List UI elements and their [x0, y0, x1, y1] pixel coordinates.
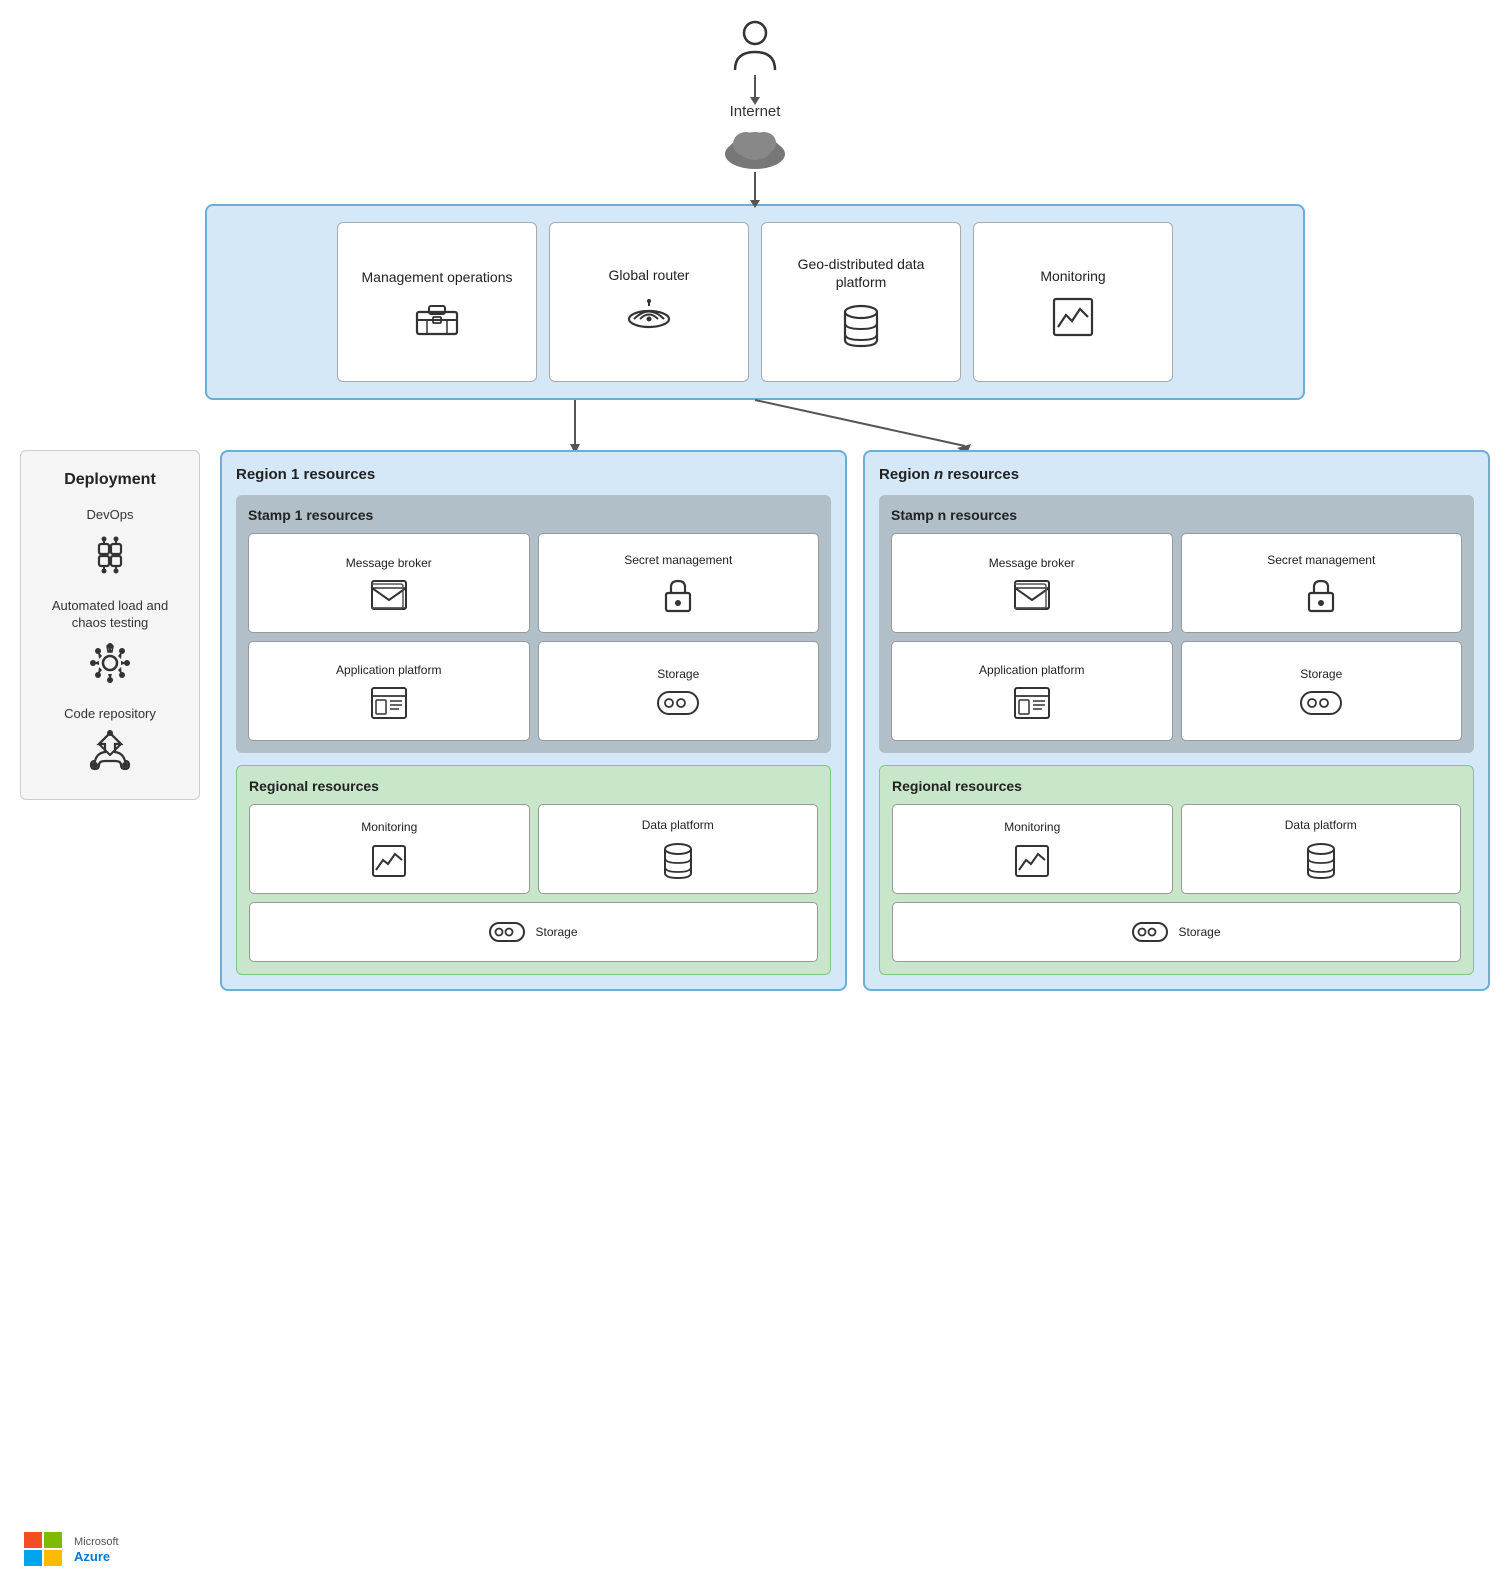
app-platform-n-label: Application platform: [979, 663, 1084, 679]
storage-r1-row: Storage: [249, 902, 818, 962]
chart-icon: [1052, 297, 1094, 337]
data-platform-r1-label: Data platform: [642, 818, 714, 834]
region-n-title: Region n resources: [879, 466, 1474, 483]
storage-icon-rn: [1132, 922, 1168, 942]
person-icon: [730, 20, 780, 75]
regional-1-title: Regional resources: [249, 778, 818, 794]
toolbox-icon: [415, 298, 459, 336]
global-router-box: Global router: [549, 222, 749, 382]
secret-mgmt-n-box: Secret management: [1181, 533, 1463, 633]
main-content: Deployment DevOps: [20, 450, 1490, 1051]
azure-label: Azure: [74, 1549, 119, 1565]
azure-text: Microsoft Azure: [74, 1536, 119, 1565]
devops-label: DevOps: [87, 507, 134, 524]
region-1-container: Region 1 resources Stamp 1 resources Mes…: [220, 450, 847, 991]
region-1-title: Region 1 resources: [236, 466, 831, 483]
app-platform-n-box: Application platform: [891, 641, 1173, 741]
monitoring-rn-box: Monitoring: [892, 804, 1173, 894]
stamp-1-grid: Message broker Secret managemen: [248, 533, 819, 741]
monitoring-r1-box: Monitoring: [249, 804, 530, 894]
cloud-icon: [720, 124, 790, 172]
stamp-1-container: Stamp 1 resources Message broker: [236, 495, 831, 753]
storage-icon-1: [657, 691, 699, 715]
global-row: Management operations Global router: [223, 222, 1287, 382]
regional-n-container: Regional resources Monitoring Data platf…: [879, 765, 1474, 975]
regional-1-grid: Monitoring Data platform: [249, 804, 818, 894]
storage-1-box: Storage: [538, 641, 820, 741]
microsoft-label: Microsoft: [74, 1536, 119, 1549]
internet-label: Internet: [730, 103, 781, 120]
top-section: Internet Management operations: [20, 20, 1490, 460]
chart-icon-rn: [1014, 844, 1050, 878]
region-n-container: Region n resources Stamp n resources Mes…: [863, 450, 1490, 991]
msg-broker-n-label: Message broker: [989, 556, 1075, 572]
secret-mgmt-1-box: Secret management: [538, 533, 820, 633]
regional-n-grid: Monitoring Data platform: [892, 804, 1461, 894]
deployment-sidebar: Deployment DevOps: [20, 450, 200, 800]
geo-distributed-label: Geo-distributed data platform: [774, 255, 948, 291]
data-platform-rn-box: Data platform: [1181, 804, 1462, 894]
data-platform-r1-box: Data platform: [538, 804, 819, 894]
load-testing-label: Automated load and chaos testing: [37, 598, 183, 632]
secret-mgmt-1-label: Secret management: [624, 553, 732, 569]
load-testing-item: Automated load and chaos testing: [37, 598, 183, 688]
azure-badge: Microsoft Azure: [24, 1532, 119, 1568]
monitoring-rn-label: Monitoring: [1004, 820, 1060, 836]
gear-icon: [85, 638, 135, 688]
storage-n-label: Storage: [1300, 667, 1342, 683]
devops-item: DevOps: [85, 507, 135, 580]
diagram-container: Internet Management operations: [0, 0, 1510, 1592]
regional-1-container: Regional resources Monitoring: [236, 765, 831, 975]
storage-r1-label: Storage: [535, 925, 577, 939]
stamp-n-grid: Message broker Secret management: [891, 533, 1462, 741]
management-operations-label: Management operations: [362, 268, 513, 286]
database-icon: [842, 303, 880, 349]
geo-distributed-box: Geo-distributed data platform: [761, 222, 961, 382]
monitoring-box: Monitoring: [973, 222, 1173, 382]
appplatform-icon-1: [371, 687, 407, 719]
storage-rn-label: Storage: [1178, 925, 1220, 939]
regional-n-title: Regional resources: [892, 778, 1461, 794]
chart-icon-r1: [371, 844, 407, 878]
regions-area: Region 1 resources Stamp 1 resources Mes…: [220, 450, 1490, 991]
global-router-label: Global router: [609, 266, 690, 284]
stamp-1-title: Stamp 1 resources: [248, 507, 819, 523]
azure-logo: [24, 1532, 64, 1568]
data-platform-rn-label: Data platform: [1285, 818, 1357, 834]
storage-icon-n: [1300, 691, 1342, 715]
git-icon: [85, 729, 135, 779]
msg-broker-1-box: Message broker: [248, 533, 530, 633]
lock-icon-n: [1305, 577, 1337, 613]
devops-icon: [85, 530, 135, 580]
secret-mgmt-n-label: Secret management: [1267, 553, 1375, 569]
stamp-n-container: Stamp n resources Message broker: [879, 495, 1474, 753]
msg-broker-1-label: Message broker: [346, 556, 432, 572]
envelope-icon-1: [371, 580, 407, 610]
storage-rn-row: Storage: [892, 902, 1461, 962]
storage-1-label: Storage: [657, 667, 699, 683]
monitoring-r1-label: Monitoring: [361, 820, 417, 836]
deployment-title: Deployment: [64, 471, 156, 489]
stamp-n-title: Stamp n resources: [891, 507, 1462, 523]
code-repo-label: Code repository: [64, 706, 156, 723]
storage-icon-r1: [489, 922, 525, 942]
app-platform-1-label: Application platform: [336, 663, 441, 679]
router-icon: [626, 296, 672, 338]
database-icon-rn: [1305, 842, 1337, 880]
appplatform-icon-n: [1014, 687, 1050, 719]
app-platform-1-box: Application platform: [248, 641, 530, 741]
global-container: Management operations Global router: [205, 204, 1305, 400]
code-repo-item: Code repository: [64, 706, 156, 779]
msg-broker-n-box: Message broker: [891, 533, 1173, 633]
monitoring-label: Monitoring: [1040, 267, 1105, 285]
management-operations-box: Management operations: [337, 222, 537, 382]
storage-n-box: Storage: [1181, 641, 1463, 741]
lock-icon-1: [662, 577, 694, 613]
envelope-icon-n: [1014, 580, 1050, 610]
database-icon-r1: [662, 842, 694, 880]
